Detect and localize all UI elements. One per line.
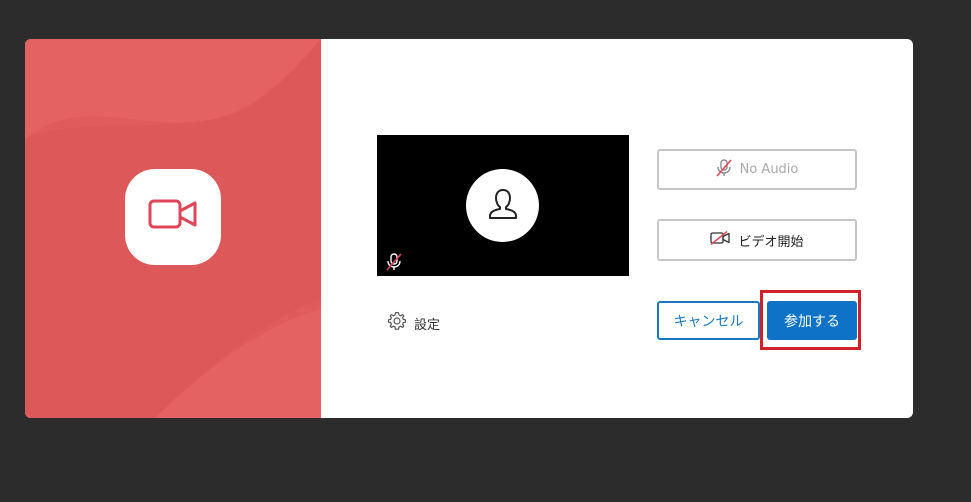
start-video-button[interactable]: ビデオ開始 <box>657 219 857 261</box>
gear-icon <box>387 311 407 335</box>
brand-panel <box>25 39 321 418</box>
start-video-label: ビデオ開始 <box>738 234 804 250</box>
microphone-muted-icon <box>386 253 402 271</box>
microphone-muted-icon <box>716 158 732 181</box>
settings-button[interactable]: 設定 <box>387 311 440 335</box>
no-audio-button[interactable]: No Audio <box>657 149 857 190</box>
settings-label: 設定 <box>414 317 441 333</box>
join-button[interactable]: 参加する <box>767 301 857 340</box>
user-silhouette-icon <box>486 187 520 225</box>
app-icon <box>125 169 221 265</box>
video-preview <box>377 135 629 276</box>
join-meeting-dialog: No Audio ビデオ開始 設定 キャンセル 参加する <box>25 39 913 418</box>
no-audio-label: No Audio <box>739 162 799 177</box>
video-camera-icon <box>148 198 198 236</box>
avatar <box>466 169 539 242</box>
video-off-icon <box>710 230 731 249</box>
cancel-button[interactable]: キャンセル <box>657 301 760 340</box>
